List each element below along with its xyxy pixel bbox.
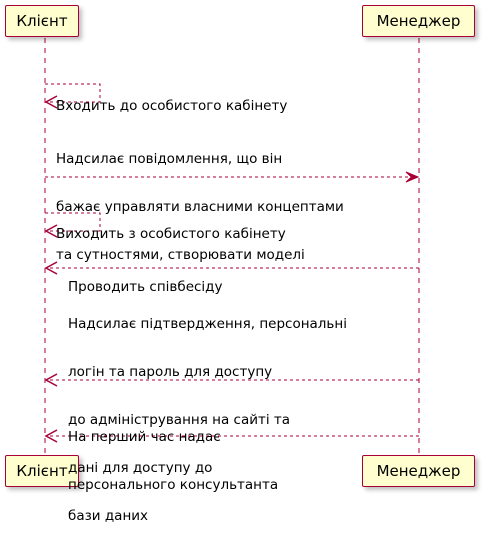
participant-manager-top-label: Менеджер [376,12,461,30]
message-1-line-1: Входить до особистого кабінету [56,98,288,114]
participant-client-bottom-label: Клієнт [16,462,68,480]
message-5-line-2: логін та пароль для доступу [68,364,273,380]
message-6-line-2: персонального консультанта [68,477,279,493]
message-3-line-1: Виходить з особистого кабінету [56,226,286,242]
participant-manager-top: Менеджер [362,5,475,37]
message-6-line-1: На перший час надає [68,429,221,445]
participant-manager-bottom: Менеджер [362,455,475,487]
message-6-label: На перший час надає персонального консул… [68,397,278,525]
message-2-line-1: Надсилає повідомлення, що він [56,151,283,167]
participant-manager-bottom-label: Менеджер [376,462,461,480]
sequence-diagram: Клієнт Менеджер Клієнт Менеджер Входить … [0,0,488,524]
participant-client-top: Клієнт [5,5,79,37]
message-5-line-1: Надсилає підтвердження, персональні [68,316,347,332]
participant-client-top-label: Клієнт [16,12,68,30]
